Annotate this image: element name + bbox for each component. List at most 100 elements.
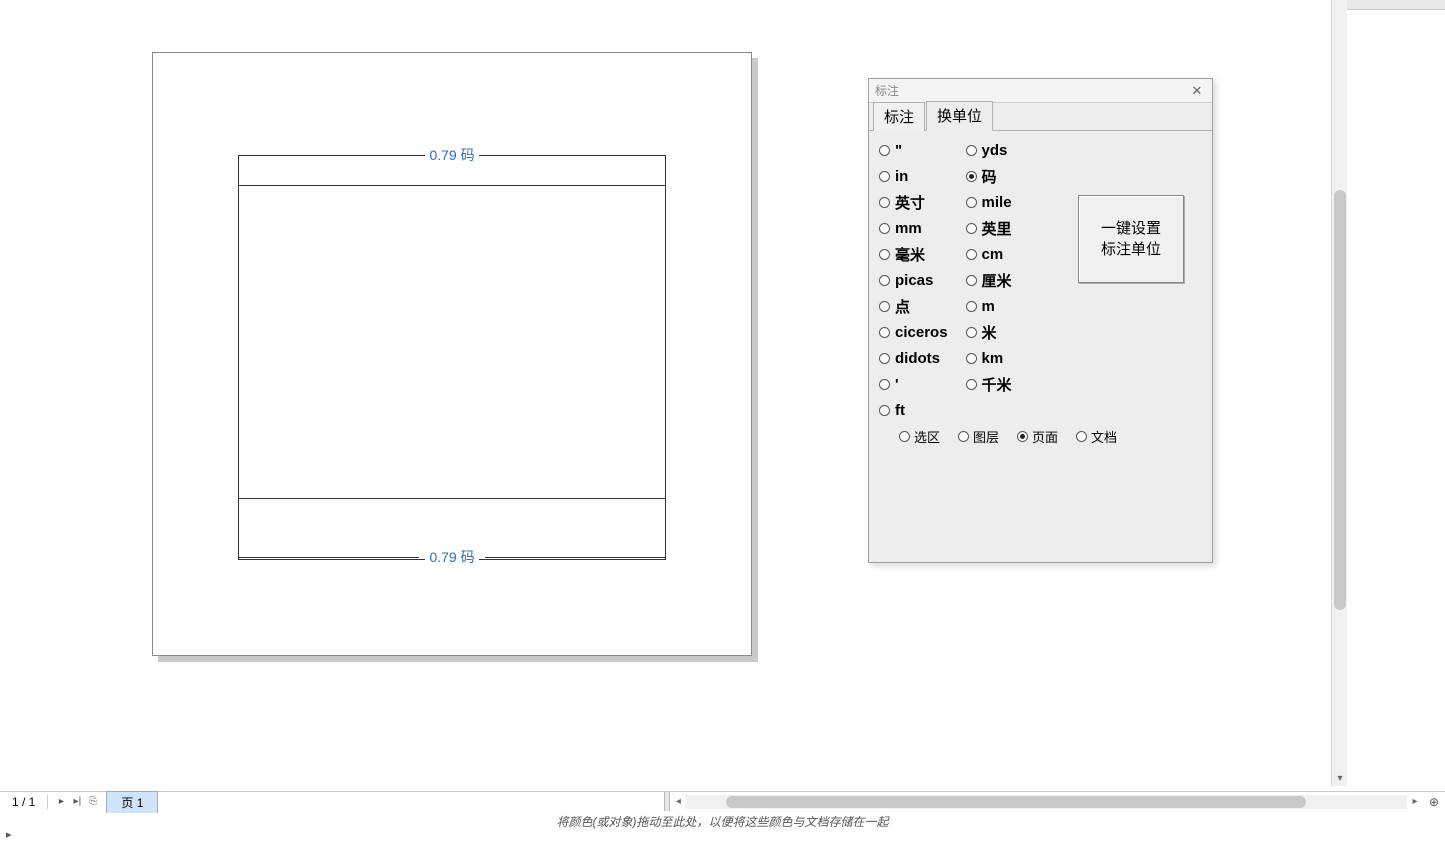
unit-radio-毫米[interactable]: 毫米 (879, 243, 948, 265)
scope-radio-2[interactable]: 页面 (1017, 427, 1058, 446)
dim-line-right (485, 155, 666, 156)
radio-icon (879, 249, 890, 260)
unit-radio-码[interactable]: 码 (966, 165, 1012, 187)
close-icon[interactable]: ✕ (1188, 82, 1206, 100)
set-unit-button[interactable]: 一键设置 标注单位 (1078, 195, 1184, 283)
unit-radio-picas[interactable]: picas (879, 269, 948, 291)
radio-icon (879, 301, 890, 312)
radio-icon (966, 171, 977, 182)
radio-icon (966, 379, 977, 390)
units-column-2: yds 码 mile 英里 cm 厘米 m米 km 千米 (966, 139, 1012, 421)
horizontal-scroll-area: ◂ ▸ ⊕ (664, 792, 1445, 811)
unit-radio-英寸[interactable]: 英寸 (879, 191, 948, 213)
unit-label: cm (982, 246, 1004, 263)
unit-radio-千米[interactable]: 千米 (966, 373, 1012, 395)
unit-radio-didots[interactable]: didots (879, 347, 948, 369)
status-hint-bar: 将颜色(或对象)拖动至此处，以便将这些颜色与文档存储在一起 (0, 811, 1445, 831)
dim-line-left (238, 557, 419, 558)
unit-radio-x[interactable]: " (879, 139, 948, 161)
expand-arrow-icon[interactable]: ▸ (6, 828, 12, 841)
right-panel-strip (1330, 0, 1445, 786)
unit-label: 毫米 (895, 244, 925, 265)
unit-label: ft (895, 402, 905, 419)
scope-radio-3[interactable]: 文档 (1076, 427, 1117, 446)
units-column-1: " in 英寸 mm 毫米 picas 点 ciceros didots ' ft (879, 139, 948, 421)
unit-label: 英寸 (895, 192, 925, 213)
scope-label: 图层 (973, 427, 999, 446)
unit-radio-in[interactable]: in (879, 165, 948, 187)
radio-icon (966, 197, 977, 208)
unit-radio-ciceros[interactable]: ciceros (879, 321, 948, 343)
scroll-down-icon[interactable]: ▾ (1332, 770, 1348, 786)
dimension-bottom[interactable]: 0.79 码 (238, 550, 666, 564)
unit-radio-km[interactable]: km (966, 347, 1012, 369)
radio-icon (879, 223, 890, 234)
radio-icon (879, 379, 890, 390)
bottom-bar: 1 / 1 ▸ ▸| ⎘ 页 1 ◂ ▸ ⊕ (0, 791, 1445, 811)
dialog-body: " in 英寸 mm 毫米 picas 点 ciceros didots ' ft yds 码 mile… (869, 131, 1212, 562)
radio-icon (966, 327, 977, 338)
unit-radio-mile[interactable]: mile (966, 191, 1012, 213)
horizontal-scrollbar[interactable] (686, 795, 1407, 809)
radio-icon (958, 431, 969, 442)
unit-label: in (895, 168, 908, 185)
horizontal-scrollbar-thumb[interactable] (726, 796, 1306, 808)
radio-icon (879, 353, 890, 364)
unit-radio-英里[interactable]: 英里 (966, 217, 1012, 239)
unit-radio-m[interactable]: m (966, 295, 1012, 317)
radio-icon (879, 275, 890, 286)
radio-icon (879, 327, 890, 338)
scope-label: 页面 (1032, 427, 1058, 446)
unit-radio-x[interactable]: ' (879, 373, 948, 395)
scroll-right-icon[interactable]: ▸ (1407, 794, 1423, 810)
next-page-icon[interactable]: ▸ (54, 795, 68, 809)
unit-radio-yds[interactable]: yds (966, 139, 1012, 161)
scope-radio-0[interactable]: 选区 (899, 427, 940, 446)
dim-line-left (238, 155, 419, 156)
radio-icon (966, 301, 977, 312)
radio-icon (1076, 431, 1087, 442)
unit-radio-厘米[interactable]: 厘米 (966, 269, 1012, 291)
add-page-icon[interactable]: ⎘ (86, 795, 100, 809)
tab-annotation[interactable]: 标注 (873, 102, 925, 131)
dimension-top-label: 0.79 码 (425, 145, 478, 165)
radio-icon (879, 171, 890, 182)
unit-radio-点[interactable]: 点 (879, 295, 948, 317)
unit-radio-cm[interactable]: cm (966, 243, 1012, 265)
unit-label: " (895, 142, 902, 159)
tab-convert-unit[interactable]: 换单位 (926, 101, 993, 131)
inner-rectangle[interactable] (238, 185, 666, 499)
unit-label: km (982, 350, 1004, 367)
radio-icon (879, 145, 890, 156)
unit-radio-米[interactable]: 米 (966, 321, 1012, 343)
radio-icon (966, 353, 977, 364)
zoom-icon[interactable]: ⊕ (1425, 793, 1443, 811)
annotation-dialog[interactable]: 标注 ✕ 标注 换单位 " in 英寸 mm 毫米 picas 点 ciceros didots… (868, 78, 1213, 563)
last-page-icon[interactable]: ▸| (70, 795, 84, 809)
radio-icon (966, 223, 977, 234)
radio-icon (899, 431, 910, 442)
dialog-titlebar[interactable]: 标注 ✕ (869, 79, 1212, 103)
unit-label: ' (895, 376, 899, 393)
scope-row: 选区 图层 页面文档 (899, 427, 1117, 446)
unit-radio-mm[interactable]: mm (879, 217, 948, 239)
scope-radio-1[interactable]: 图层 (958, 427, 999, 446)
dimension-top[interactable]: 0.79 码 (238, 148, 666, 162)
dialog-title: 标注 (875, 82, 1188, 99)
unit-label: 米 (982, 322, 997, 343)
vertical-scrollbar[interactable]: ▾ (1331, 0, 1347, 786)
status-hint-text: 将颜色(或对象)拖动至此处，以便将这些颜色与文档存储在一起 (557, 813, 889, 830)
scroll-left-icon[interactable]: ◂ (670, 794, 686, 810)
radio-icon (966, 249, 977, 260)
page-tab-1[interactable]: 页 1 (106, 791, 158, 813)
document-page[interactable]: 0.79 码 0.79 码 (152, 52, 752, 656)
vertical-scrollbar-thumb[interactable] (1334, 190, 1346, 610)
unit-label: 英里 (982, 218, 1012, 239)
dim-line-right (485, 557, 666, 558)
unit-radio-ft[interactable]: ft (879, 399, 948, 421)
unit-label: mm (895, 220, 922, 237)
right-top-bar (1345, 0, 1445, 10)
set-unit-button-label: 一键设置 标注单位 (1101, 218, 1161, 260)
radio-icon (966, 145, 977, 156)
radio-icon (879, 197, 890, 208)
